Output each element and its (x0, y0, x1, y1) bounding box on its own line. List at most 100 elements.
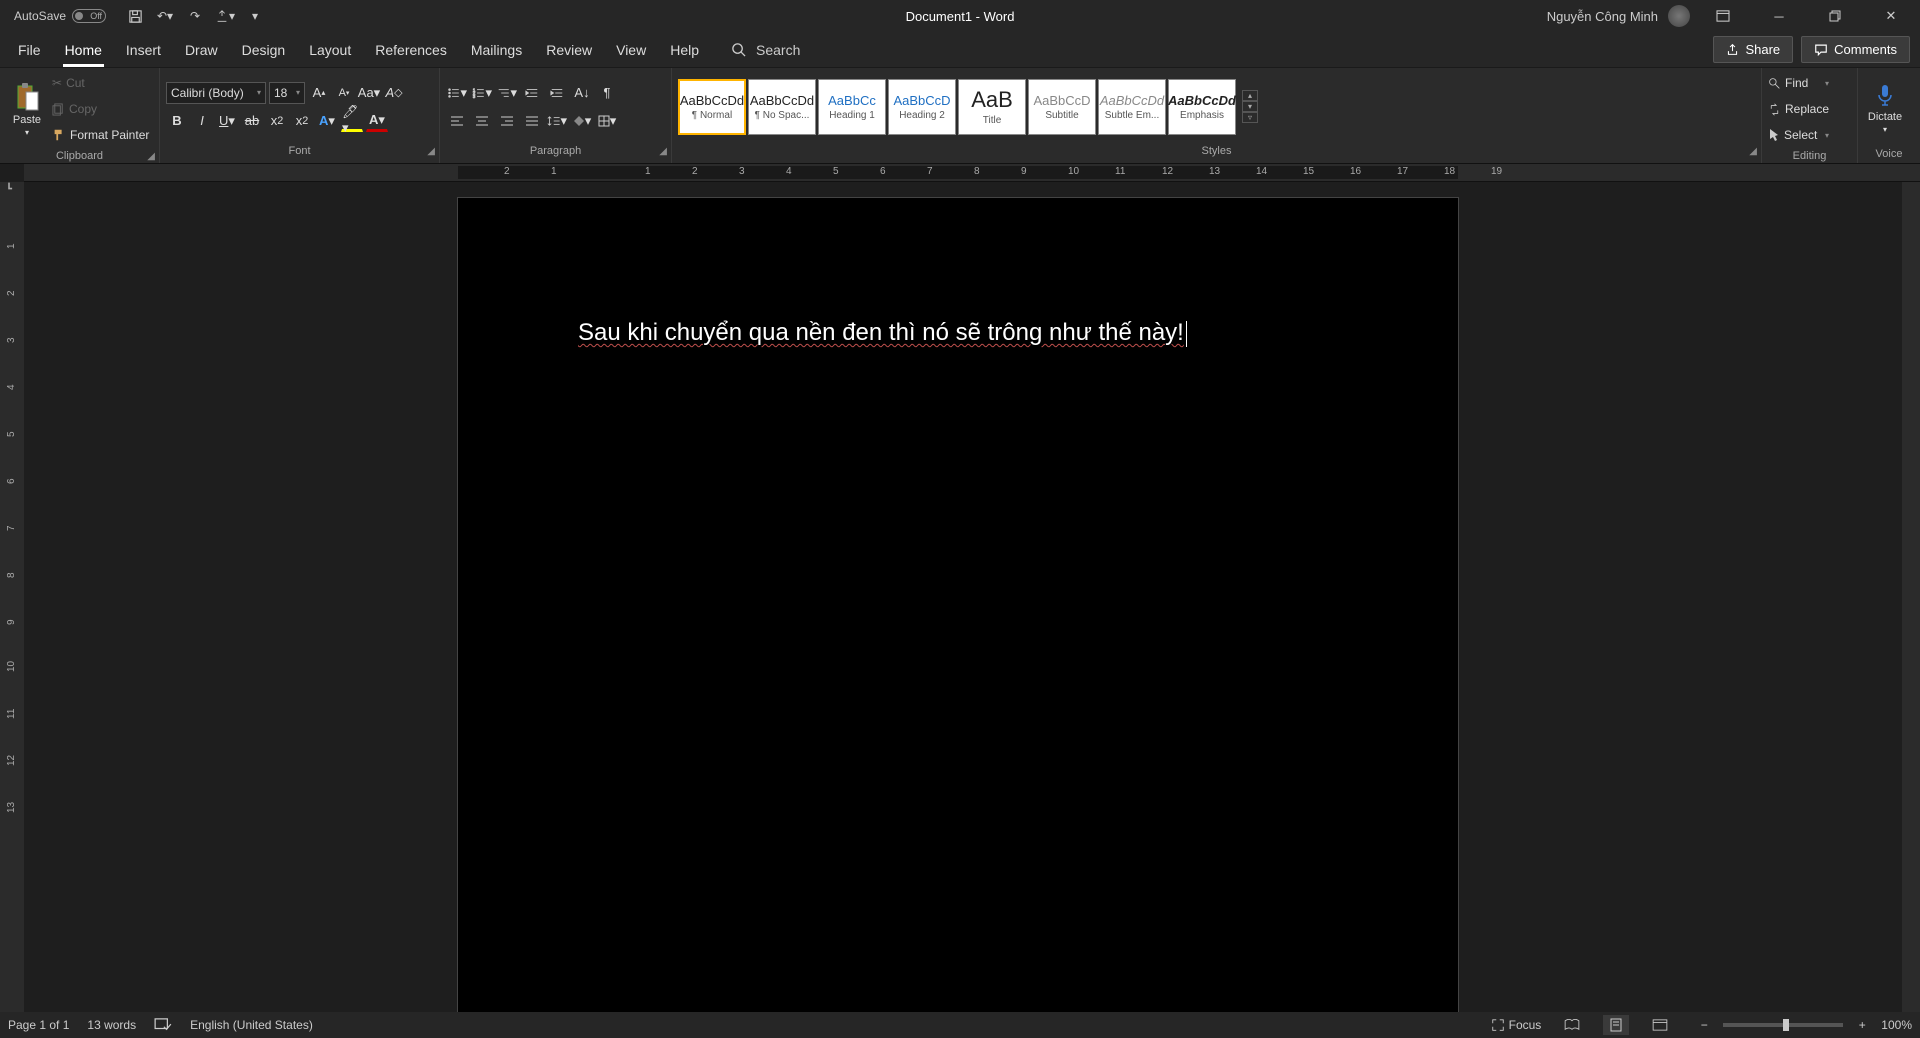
grow-font-icon[interactable]: A▴ (308, 82, 330, 104)
format-painter-button[interactable]: Format Painter (52, 124, 149, 146)
ruler-horizontal[interactable]: 2112345678910111213141516171819 (24, 164, 1920, 182)
style-emphasis[interactable]: AaBbCcDdEmphasis (1168, 79, 1236, 135)
select-button[interactable]: Select ▾ (1768, 124, 1829, 146)
user-name[interactable]: Nguyễn Công Minh (1547, 9, 1658, 24)
zoom-slider[interactable] (1723, 1023, 1843, 1027)
zoom-thumb[interactable] (1783, 1019, 1789, 1031)
zoom-out-button[interactable]: − (1691, 1015, 1717, 1035)
align-right-icon[interactable] (496, 110, 518, 132)
tab-design[interactable]: Design (230, 32, 298, 67)
styles-launcher-icon[interactable]: ◢ (1749, 146, 1757, 157)
tab-mailings[interactable]: Mailings (459, 32, 534, 67)
style-heading-2[interactable]: AaBbCcDHeading 2 (888, 79, 956, 135)
clipboard-launcher-icon[interactable]: ◢ (147, 151, 155, 162)
text-effects-icon[interactable]: A▾ (316, 110, 338, 132)
increase-indent-icon[interactable] (546, 82, 568, 104)
bullets-icon[interactable]: ▾ (446, 82, 468, 104)
tab-home[interactable]: Home (53, 32, 114, 67)
tab-draw[interactable]: Draw (173, 32, 230, 67)
redo-icon[interactable]: ↷ (184, 5, 206, 27)
autosave-toggle[interactable]: AutoSave Off (8, 7, 112, 25)
ribbon-display-icon[interactable] (1700, 0, 1746, 32)
language-status[interactable]: English (United States) (190, 1018, 313, 1032)
cut-button[interactable]: ✂ Cut (52, 72, 149, 94)
find-button[interactable]: Find ▾ (1768, 72, 1829, 94)
page-count[interactable]: Page 1 of 1 (8, 1018, 69, 1032)
tab-view[interactable]: View (604, 32, 658, 67)
tell-me-search[interactable]: Search (731, 32, 800, 67)
numbering-icon[interactable]: 123▾ (471, 82, 493, 104)
strikethrough-button[interactable]: ab (241, 110, 263, 132)
styles-down-icon[interactable]: ▾ (1242, 101, 1258, 112)
sort-icon[interactable]: A↓ (571, 82, 593, 104)
tab-insert[interactable]: Insert (114, 32, 173, 67)
decrease-indent-icon[interactable] (521, 82, 543, 104)
font-color-button[interactable]: A▾ (366, 110, 388, 132)
borders-icon[interactable]: ▾ (596, 110, 618, 132)
tab-help[interactable]: Help (658, 32, 711, 67)
align-center-icon[interactable] (471, 110, 493, 132)
bold-button[interactable]: B (166, 110, 188, 132)
zoom-value[interactable]: 100% (1881, 1018, 1912, 1032)
touch-mode-icon[interactable]: ▾ (214, 5, 236, 27)
page[interactable]: Sau khi chuyển qua nền đen thì nó sẽ trô… (458, 198, 1458, 1012)
web-layout-icon[interactable] (1647, 1015, 1673, 1035)
superscript-button[interactable]: x2 (291, 110, 313, 132)
copy-button[interactable]: Copy (52, 98, 149, 120)
font-size-combo[interactable]: 18▾ (269, 82, 305, 104)
style-subtle-em-[interactable]: AaBbCcDdSubtle Em... (1098, 79, 1166, 135)
document-text[interactable]: Sau khi chuyển qua nền đen thì nó sẽ trô… (578, 318, 1187, 347)
italic-button[interactable]: I (191, 110, 213, 132)
subscript-button[interactable]: x2 (266, 110, 288, 132)
paste-button[interactable]: Paste ▾ (6, 73, 48, 145)
focus-mode-button[interactable]: Focus (1491, 1018, 1542, 1032)
underline-button[interactable]: U▾ (216, 110, 238, 132)
style--normal[interactable]: AaBbCcDd¶ Normal (678, 79, 746, 135)
change-case-icon[interactable]: Aa▾ (358, 82, 380, 104)
font-name-combo[interactable]: Calibri (Body)▾ (166, 82, 266, 104)
show-marks-icon[interactable]: ¶ (596, 82, 618, 104)
close-button[interactable]: ✕ (1868, 0, 1914, 32)
line-spacing-icon[interactable]: ▾ (546, 110, 568, 132)
tab-file[interactable]: File (6, 32, 53, 67)
tab-review[interactable]: Review (534, 32, 604, 67)
print-layout-icon[interactable] (1603, 1015, 1629, 1035)
minimize-button[interactable]: ─ (1756, 0, 1802, 32)
replace-button[interactable]: Replace (1768, 98, 1829, 120)
justify-icon[interactable] (521, 110, 543, 132)
highlight-color-button[interactable]: 🖊▾ (341, 110, 363, 132)
share-button[interactable]: Share (1713, 36, 1793, 63)
undo-icon[interactable]: ↶▾ (154, 5, 176, 27)
shrink-font-icon[interactable]: A▾ (333, 82, 355, 104)
ruler-vertical[interactable]: ┗ 12345678910111213 (0, 182, 24, 1012)
style-name: ¶ Normal (692, 110, 732, 121)
tab-selector-icon[interactable]: ┗ (6, 184, 12, 195)
comments-button[interactable]: Comments (1801, 36, 1910, 63)
dictate-button[interactable]: Dictate ▾ (1864, 72, 1906, 144)
style-title[interactable]: AaBTitle (958, 79, 1026, 135)
customize-qat-icon[interactable]: ▾ (244, 5, 266, 27)
word-count[interactable]: 13 words (87, 1018, 136, 1032)
spellcheck-icon[interactable] (154, 1018, 172, 1032)
maximize-button[interactable] (1812, 0, 1858, 32)
font-launcher-icon[interactable]: ◢ (427, 146, 435, 157)
toggle-switch[interactable]: Off (72, 9, 106, 23)
style-name: Emphasis (1180, 110, 1224, 121)
style-subtitle[interactable]: AaBbCcDSubtitle (1028, 79, 1096, 135)
styles-more-icon[interactable]: ▿ (1242, 112, 1258, 123)
tab-references[interactable]: References (363, 32, 459, 67)
multilevel-list-icon[interactable]: ▾ (496, 82, 518, 104)
tab-layout[interactable]: Layout (297, 32, 363, 67)
zoom-in-button[interactable]: + (1849, 1015, 1875, 1035)
align-left-icon[interactable] (446, 110, 468, 132)
shading-icon[interactable]: ▾ (571, 110, 593, 132)
vertical-scrollbar[interactable] (1902, 182, 1920, 1012)
read-mode-icon[interactable] (1559, 1015, 1585, 1035)
styles-up-icon[interactable]: ▴ (1242, 90, 1258, 101)
style--no-spac-[interactable]: AaBbCcDd¶ No Spac... (748, 79, 816, 135)
style-heading-1[interactable]: AaBbCcHeading 1 (818, 79, 886, 135)
paragraph-launcher-icon[interactable]: ◢ (659, 146, 667, 157)
clear-format-icon[interactable]: A◇ (383, 82, 405, 104)
save-icon[interactable] (124, 5, 146, 27)
user-avatar[interactable] (1668, 5, 1690, 27)
